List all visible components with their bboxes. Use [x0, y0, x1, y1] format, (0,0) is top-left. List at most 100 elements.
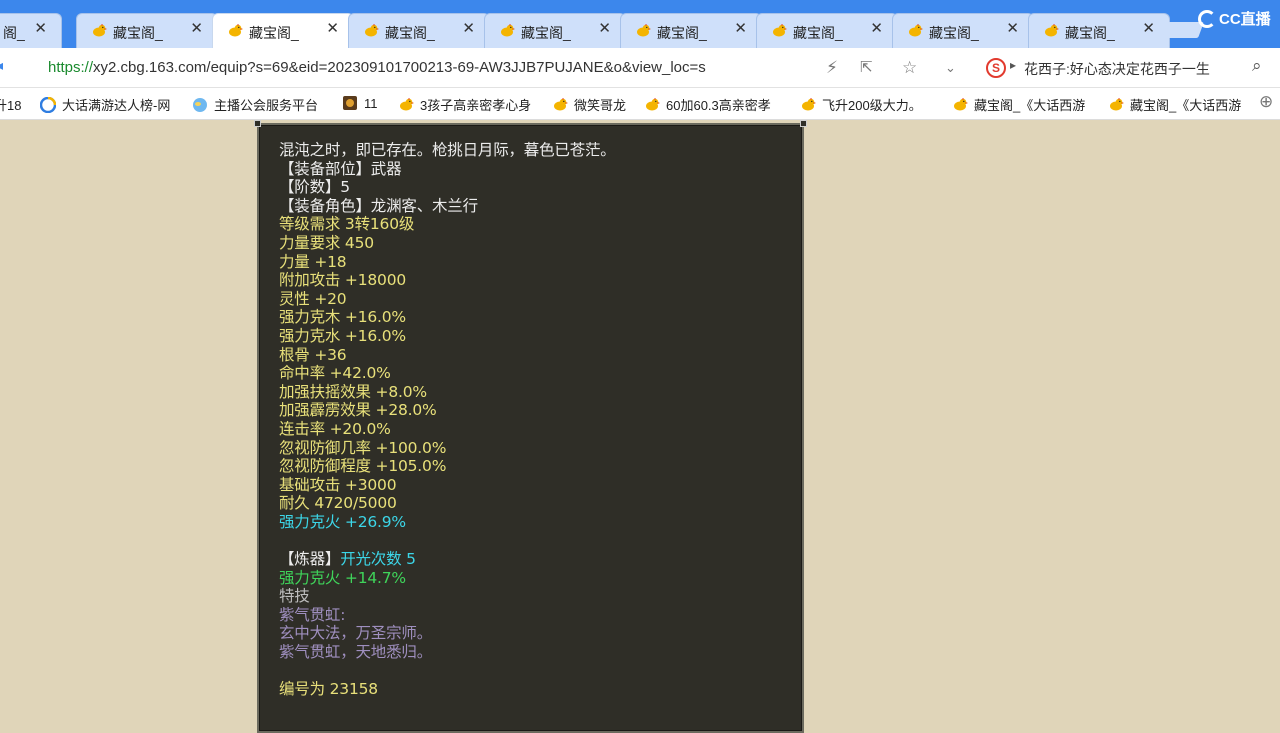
item-line: 耐久 4720/5000: [279, 494, 616, 513]
item-line: 根骨 +36: [279, 346, 616, 365]
tab-title: 藏宝阁_: [929, 25, 979, 41]
item-line: 强力克火 +14.7%: [279, 569, 616, 588]
tab-title: 阁_: [3, 25, 25, 41]
search-icon[interactable]: ⌕: [1252, 56, 1262, 76]
item-line: 力量要求 450: [279, 234, 616, 253]
panel-corner: [254, 120, 261, 127]
item-line: 加强霹雳效果 +28.0%: [279, 401, 616, 420]
item-line-text: 强力克火 +26.9%: [279, 512, 406, 531]
item-line-text: 【炼器】: [279, 550, 341, 569]
item-line: 忽视防御程度 +105.0%: [279, 457, 616, 476]
globe-icon: [192, 97, 208, 113]
tab-title: 藏宝阁_: [657, 25, 707, 41]
tab-6[interactable]: 藏宝阁_ ✕: [756, 13, 898, 48]
globe-menu-icon[interactable]: ⊕: [1259, 92, 1273, 112]
star-icon[interactable]: ☆: [902, 58, 917, 78]
item-line: 【阶数】5: [279, 178, 616, 197]
bookmark-item[interactable]: 升18: [0, 95, 42, 114]
cc-live-logo: CC直播: [1198, 8, 1271, 29]
item-tooltip-panel: 混沌之时，即已存在。枪挑日月际，暮色已苍茫。 【装备部位】武器 【阶数】5 【装备角色…: [254, 120, 807, 733]
item-line: 灵性 +20: [279, 290, 616, 309]
item-line-text: 【阶数】5: [279, 178, 350, 197]
tab-2[interactable]: 藏宝阁_ ✕: [212, 13, 354, 49]
cc-logo-icon: [1198, 9, 1216, 28]
item-line-suffix: 开光次数 5: [340, 550, 416, 569]
bookmark-label: 11: [364, 95, 378, 111]
item-line: 附加攻击 +18000: [279, 271, 616, 290]
tab-1[interactable]: 藏宝阁_ ✕: [76, 13, 218, 48]
bookmark-label: 3孩子高亲密孝心身: [420, 98, 532, 113]
item-line: 基础攻击 +3000: [279, 476, 616, 495]
bookmark-item[interactable]: 藏宝阁_《大话西游: [952, 95, 1112, 114]
chicken-icon: [1108, 97, 1124, 113]
item-line: 强力克木 +16.0%: [279, 308, 616, 327]
bookmark-label: 升18: [0, 98, 22, 113]
item-line-text: 忽视防御程度 +105.0%: [279, 457, 447, 476]
bookmark-item[interactable]: 微笑哥龙: [552, 95, 656, 114]
item-line-text: 强力克木 +16.0%: [279, 308, 406, 327]
tab-close-icon[interactable]: ✕: [598, 20, 611, 37]
tab-close-icon[interactable]: ✕: [462, 20, 475, 37]
item-line: 混沌之时，即已存在。枪挑日月际，暮色已苍茫。: [279, 141, 616, 160]
item-line-text: 混沌之时，即已存在。枪挑日月际，暮色已苍茫。: [279, 141, 616, 159]
tab-close-icon[interactable]: ✕: [870, 20, 883, 37]
game-icon: [342, 95, 358, 111]
bookmark-item[interactable]: 3孩子高亲密孝心身: [398, 95, 558, 114]
item-line-text: 命中率 +42.0%: [279, 364, 391, 383]
lightning-icon[interactable]: ⚡: [826, 58, 838, 78]
item-line: 忽视防御几率 +100.0%: [279, 439, 616, 458]
url-input[interactable]: https://xy2.cbg.163.com/equip?s=69&eid=2…: [48, 59, 808, 76]
tab-close-icon[interactable]: ✕: [326, 20, 339, 37]
chicken-icon: [952, 97, 968, 113]
bookmark-label: 主播公会服务平台: [214, 98, 319, 113]
tab-4[interactable]: 藏宝阁_ ✕: [484, 13, 626, 48]
tab-5[interactable]: 藏宝阁_ ✕: [620, 13, 762, 48]
tab-close-icon[interactable]: ✕: [1142, 20, 1155, 37]
item-line-text: 强力克水 +16.0%: [279, 326, 406, 345]
chevron-down-icon[interactable]: ⌄: [945, 60, 956, 76]
back-edge-icon[interactable]: ◂: [0, 57, 3, 74]
chicken-icon: [552, 97, 568, 113]
share-icon[interactable]: ⇱: [860, 58, 873, 76]
item-line: 紫气贯虹:: [279, 606, 616, 625]
item-line-text: 力量要求 450: [279, 233, 374, 252]
tab-close-icon[interactable]: ✕: [1006, 20, 1019, 37]
item-line-text: 特技: [279, 587, 310, 606]
chicken-icon: [398, 97, 414, 113]
bookmark-label: 大话满游达人榜-网: [62, 98, 171, 113]
tab-8[interactable]: 藏宝阁_ ✕: [1028, 13, 1170, 48]
item-line-text: 加强扶摇效果 +8.0%: [279, 382, 427, 401]
item-line-text: 力量 +18: [279, 252, 347, 271]
item-line: 【装备角色】龙渊客、木兰行: [279, 197, 616, 216]
tab-title: 藏宝阁_: [249, 25, 299, 41]
tab-close-icon[interactable]: ✕: [34, 20, 47, 37]
chicken-favicon-icon: [363, 23, 379, 37]
item-line-text: 编号为 23158: [279, 680, 378, 699]
tab-7[interactable]: 藏宝阁_ ✕: [892, 13, 1034, 48]
item-line-text: 紫气贯虹:: [279, 605, 346, 624]
tab-close-icon[interactable]: ✕: [190, 20, 203, 37]
bookmark-item[interactable]: 飞升200级大力。: [800, 95, 960, 114]
bookmark-item[interactable]: 藏宝阁_《大话西游: [1108, 95, 1268, 114]
address-bar: ◂ https://xy2.cbg.163.com/equip?s=69&eid…: [0, 48, 1280, 88]
search-box[interactable]: S ▸ 花西子:好心态决定花西子一生 ⌕: [980, 56, 1280, 80]
search-engine-dropdown-icon[interactable]: ▸: [1010, 58, 1016, 72]
item-line: 加强扶摇效果 +8.0%: [279, 383, 616, 402]
item-line: 强力克水 +16.0%: [279, 327, 616, 346]
bookmark-label: 藏宝阁_《大话西游: [974, 98, 1086, 113]
sogou-search-icon[interactable]: S: [986, 58, 1006, 78]
bookmark-item[interactable]: 大话满游达人榜-网: [40, 95, 200, 114]
bookmark-item[interactable]: 主播公会服务平台: [192, 95, 352, 114]
tab-close-icon[interactable]: ✕: [734, 20, 747, 37]
bookmark-label: 飞升200级大力。: [822, 98, 922, 113]
url-text: xy2.cbg.163.com/equip?s=69&eid=202309101…: [93, 59, 706, 76]
tab-3[interactable]: 藏宝阁_ ✕: [348, 13, 490, 48]
panel-corner: [800, 120, 807, 127]
tab-title: 藏宝阁_: [113, 25, 163, 41]
item-line-text: 加强霹雳效果 +28.0%: [279, 401, 437, 420]
item-description: 混沌之时，即已存在。枪挑日月际，暮色已苍茫。 【装备部位】武器 【阶数】5 【装备角色…: [279, 141, 616, 699]
item-line-text: 耐久 4720/5000: [279, 494, 397, 513]
tab-first[interactable]: 阁_ ✕: [0, 13, 62, 48]
search-input[interactable]: 花西子:好心态决定花西子一生: [1024, 59, 1210, 79]
bookmark-item[interactable]: 60加60.3高亲密孝: [644, 95, 804, 114]
